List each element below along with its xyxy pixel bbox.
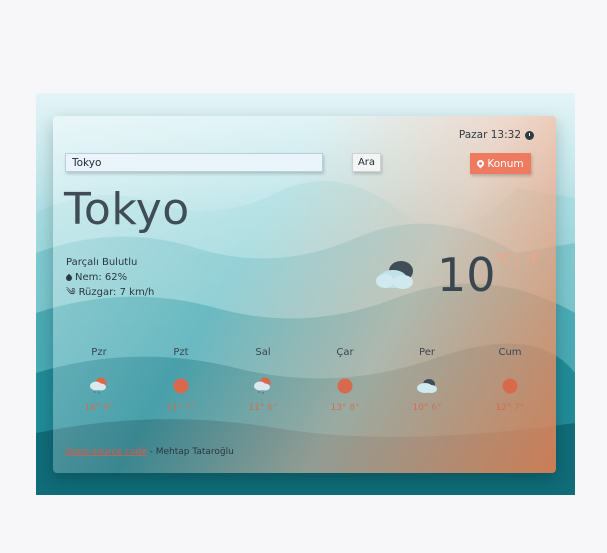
footer-credit: - Mehtap Tataroğlu [146, 447, 234, 457]
cloud-icon [373, 257, 419, 295]
forecast-high: 14° [84, 403, 101, 413]
city-name: Tokyo [64, 184, 190, 235]
forecast-day: Çar 13° 8° [315, 347, 375, 413]
forecast-day: Pzr 14° 9° [69, 347, 129, 413]
forecast-temps: 11° 6° [233, 403, 293, 413]
forecast-high: 13° [330, 403, 347, 413]
cloud-icon [397, 371, 457, 401]
location-button-label: Konum [487, 157, 524, 170]
wind-row: ༄ Rüzgar: 7 km/h [66, 285, 154, 300]
unit-toggle[interactable]: °C | °F [494, 252, 539, 268]
forecast-high: 10° [412, 403, 429, 413]
datetime-text: Pazar 13:32 [458, 129, 521, 141]
forecast-low: 7° [185, 403, 196, 413]
forecast-day: Pzt 11° 7° [151, 347, 211, 413]
wind-icon: ༄ [66, 287, 76, 298]
map-pin-icon [475, 158, 486, 169]
clock-icon [525, 130, 534, 140]
snow-sun-icon [69, 371, 129, 401]
weather-card: Pazar 13:32 Ara Konum Tokyo Parçalı Bulu… [53, 116, 556, 473]
sun-icon [480, 371, 540, 401]
snow-sun-icon [233, 371, 293, 401]
source-code-link[interactable]: Open-source code [65, 447, 147, 457]
forecast-day: Per 10° 6° [397, 347, 457, 413]
forecast-low: 7° [514, 403, 525, 413]
forecast-day-name: Cum [498, 347, 522, 358]
forecast-low: 8° [349, 403, 360, 413]
droplet-icon [64, 273, 74, 282]
humidity-text: Nem: 62% [75, 272, 128, 283]
forecast-day-name: Çar [336, 347, 354, 358]
forecast-day-name: Per [419, 347, 435, 358]
sun-icon [151, 371, 211, 401]
datetime: Pazar 13:32 [459, 129, 534, 141]
location-button[interactable]: Konum [470, 153, 531, 174]
humidity-row: Nem: 62% [64, 270, 154, 285]
forecast-high: 11° [166, 403, 183, 413]
search-input[interactable] [65, 153, 323, 172]
forecast-temps: 12° 7° [480, 403, 540, 413]
weather-description: Parçalı Bulutlu [66, 257, 138, 268]
forecast-temps: 10° 6° [397, 403, 457, 413]
sun-icon [315, 371, 375, 401]
forecast-day: Sal 11° 6° [233, 347, 293, 413]
forecast-day-name: Pzt [173, 347, 189, 358]
forecast-high: 12° [495, 403, 512, 413]
forecast-row: Pzr 14° 9° Pzt 11° 7° Sal 11° 6° Çar 13° 8° Per 1… [53, 347, 556, 422]
forecast-low: 6° [267, 403, 278, 413]
forecast-temps: 11° 7° [151, 403, 211, 413]
wind-text: Rüzgar: 7 km/h [78, 287, 155, 298]
forecast-temps: 13° 8° [315, 403, 375, 413]
forecast-temps: 14° 9° [69, 403, 129, 413]
forecast-high: 11° [248, 403, 265, 413]
forecast-low: 6° [431, 403, 442, 413]
footer: Open-source code - Mehtap Tataroğlu [65, 447, 234, 457]
forecast-day: Cum 12° 7° [480, 347, 540, 413]
forecast-day-name: Sal [255, 347, 271, 358]
current-temperature: 10 [437, 248, 496, 302]
forecast-low: 9° [103, 403, 114, 413]
current-details: Parçalı Bulutlu Nem: 62% ༄ Rüzgar: 7 km/… [64, 255, 154, 300]
forecast-day-name: Pzr [91, 347, 107, 358]
search-button[interactable]: Ara [352, 153, 381, 172]
